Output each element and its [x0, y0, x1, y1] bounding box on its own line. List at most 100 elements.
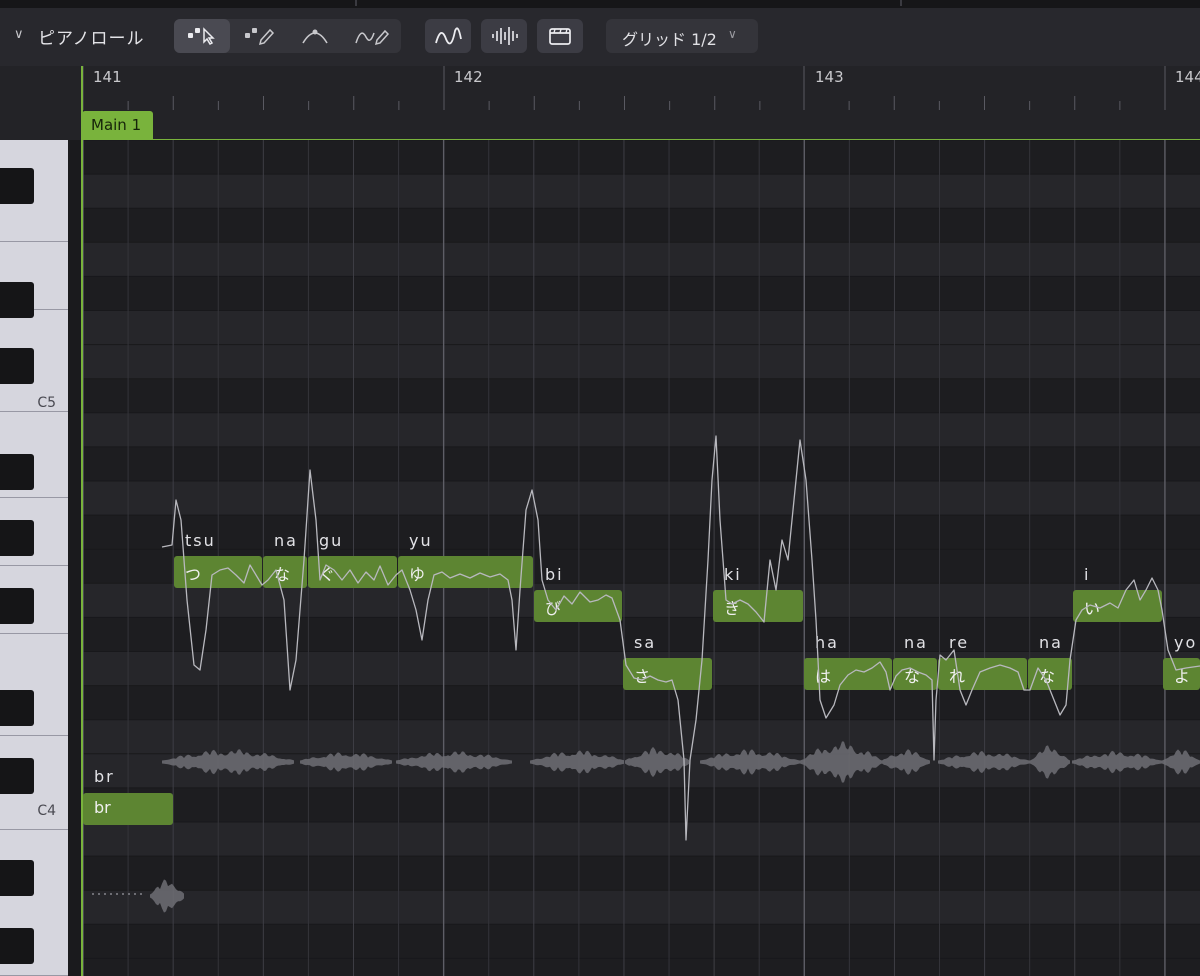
note-block[interactable]: な [893, 658, 937, 690]
note-lyric: れ [949, 667, 966, 686]
note-romaji: gu [319, 531, 344, 550]
black-key[interactable] [0, 282, 34, 318]
note-lyric: さ [634, 667, 651, 686]
grid-row [82, 822, 1200, 857]
grid-select[interactable]: グリッド 1/2 ∨ [606, 19, 758, 53]
bar-number: 141 [93, 68, 122, 86]
note-lyric: び [545, 599, 562, 618]
grid-row [82, 856, 1200, 891]
black-key[interactable] [0, 588, 34, 624]
tool-group [174, 19, 401, 53]
note-lyric: br [94, 798, 111, 817]
note-block[interactable]: つ [174, 556, 262, 588]
freehand-pitch-icon [355, 29, 390, 46]
note-block[interactable]: は [804, 658, 892, 690]
grid-row [82, 242, 1200, 277]
black-key[interactable] [0, 860, 34, 896]
note-romaji: i [1084, 565, 1091, 584]
keyboard-divider [68, 140, 82, 976]
black-key[interactable] [0, 520, 34, 556]
note-lyric: は [815, 667, 832, 686]
grid-row [82, 958, 1200, 976]
grid-select-label: グリッド 1/2 [622, 30, 717, 49]
waveform-icon [492, 27, 518, 45]
freehand-pitch-tool-button[interactable] [344, 19, 400, 53]
track-lane-header: Main 1 [0, 110, 1200, 141]
grid-row [82, 140, 1200, 175]
note-lyric: つ [185, 565, 202, 584]
note-lyric: ゆ [409, 565, 426, 584]
track-start-line [81, 66, 83, 976]
grid-row [82, 412, 1200, 447]
clapperboard-icon [549, 28, 571, 45]
video-toggle[interactable] [537, 19, 583, 53]
note-romaji: na [1039, 633, 1063, 652]
timeline-ruler[interactable]: 141 142 143 144 [0, 66, 1200, 110]
note-block[interactable]: な [1028, 658, 1072, 690]
track-tab[interactable]: Main 1 [82, 111, 153, 140]
note-block[interactable]: さ [623, 658, 712, 690]
key-label-c5: C5 [37, 395, 56, 411]
grid-row [82, 208, 1200, 243]
note-romaji: ki [724, 565, 742, 584]
note-romaji: na [904, 633, 928, 652]
note-romaji: re [949, 633, 970, 652]
black-key[interactable] [0, 928, 34, 964]
note-block[interactable]: れ [938, 658, 1027, 690]
note-lyric: き [724, 599, 741, 618]
piano-keyboard[interactable]: C5 C4 [0, 140, 68, 976]
grid-row [82, 753, 1200, 788]
note-block[interactable]: い [1073, 590, 1162, 622]
pitch-wave-icon [435, 27, 462, 45]
note-block[interactable]: な [263, 556, 307, 588]
select-tool-button[interactable] [174, 19, 230, 53]
chevron-down-icon: ∨ [728, 27, 737, 41]
note-block[interactable]: br [83, 793, 173, 825]
pencil-tool-icon [245, 28, 275, 46]
grid-row [82, 310, 1200, 345]
grid-row [82, 685, 1200, 720]
grid-row [82, 719, 1200, 754]
grid-row [82, 344, 1200, 379]
grid-row [82, 446, 1200, 481]
pitch-curve-tool-button[interactable] [288, 19, 342, 53]
grid-row [82, 378, 1200, 413]
note-romaji: ha [815, 633, 839, 652]
collapse-chevron-icon[interactable]: ∨ [14, 27, 24, 42]
grid-row [82, 583, 1200, 618]
note-romaji: yu [409, 531, 433, 550]
black-key[interactable] [0, 758, 34, 794]
bar-number: 144 [1175, 68, 1200, 86]
select-tool-icon [188, 27, 215, 45]
black-key[interactable] [0, 690, 34, 726]
note-lyric: な [904, 667, 921, 686]
black-key[interactable] [0, 348, 34, 384]
pitch-curve-toggle[interactable] [425, 19, 471, 53]
note-block[interactable]: ぐ [308, 556, 397, 588]
grid-row [82, 276, 1200, 311]
bar-number: 143 [815, 68, 844, 86]
grid-row [82, 890, 1200, 925]
key-label-c4: C4 [37, 803, 56, 819]
note-romaji: yo [1174, 633, 1198, 652]
piano-roll-toolbar: ∨ ピアノロール グリッド 1/2 ∨ [0, 8, 1200, 66]
track-name: Main 1 [91, 116, 142, 134]
bar-number: 142 [454, 68, 483, 86]
note-block[interactable]: き [713, 590, 803, 622]
black-key[interactable] [0, 168, 34, 204]
waveform-toggle[interactable] [481, 19, 527, 53]
note-lyric: な [1039, 667, 1056, 686]
note-block[interactable]: ゆ [398, 556, 533, 588]
pitch-curve-icon [302, 29, 328, 44]
black-key[interactable] [0, 454, 34, 490]
ruler-ticks [82, 66, 1166, 110]
note-romaji: tsu [185, 531, 216, 550]
grid-row [82, 787, 1200, 822]
note-lyric: ぐ [319, 565, 336, 584]
note-romaji: na [274, 531, 298, 550]
top-strip [0, 0, 1200, 8]
pencil-tool-button[interactable] [232, 19, 286, 53]
note-block[interactable]: よ [1163, 658, 1200, 690]
note-block[interactable]: び [534, 590, 622, 622]
grid-row [82, 515, 1200, 550]
